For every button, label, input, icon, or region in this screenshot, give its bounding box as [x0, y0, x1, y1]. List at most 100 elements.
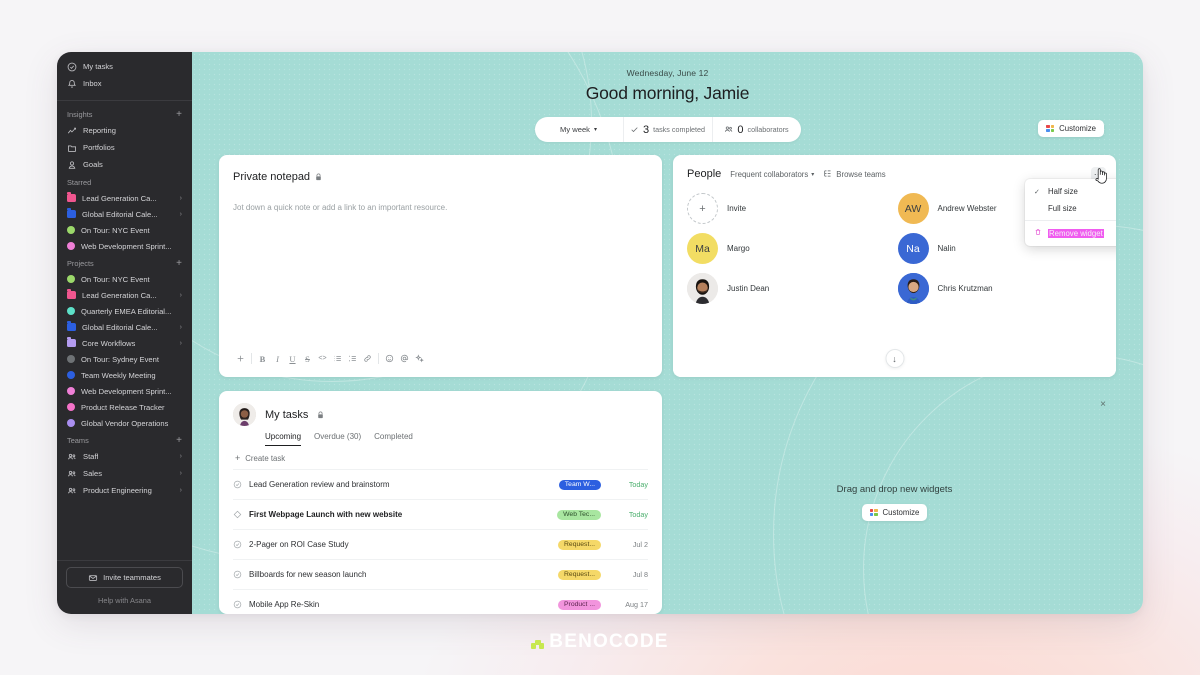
tab-upcoming[interactable]: Upcoming — [265, 432, 302, 446]
check-icon — [630, 121, 639, 139]
code-icon[interactable]: <> — [315, 351, 330, 366]
sidebar-item-goals[interactable]: Goals — [57, 156, 192, 173]
sidebar-project-item-4[interactable]: Core Workflows › — [57, 335, 192, 351]
widget-dropzone[interactable]: × Drag and drop new widgets Customize — [673, 391, 1116, 614]
sidebar-project-item-0[interactable]: On Tour: NYC Event — [57, 271, 192, 287]
sidebar-item-reporting[interactable]: Reporting — [57, 122, 192, 139]
avatar[interactable] — [233, 403, 256, 426]
sidebar-project-item-3[interactable]: Global Editorial Cale... › — [57, 319, 192, 335]
customize-button[interactable]: Customize — [1038, 120, 1104, 137]
customize-label: Customize — [1059, 124, 1096, 133]
sidebar-item-my-tasks[interactable]: My tasks — [57, 58, 192, 75]
menu-item-half-size[interactable]: ✓ Half size — [1025, 183, 1116, 200]
person-1[interactable]: Ma Margo — [687, 233, 892, 264]
sidebar-item-portfolios[interactable]: Portfolios — [57, 139, 192, 156]
chevron-right-icon[interactable]: › — [180, 487, 182, 494]
table-row[interactable]: Lead Generation review and brainstorm Tea… — [233, 469, 648, 499]
plus-icon[interactable] — [233, 351, 248, 366]
sidebar-section-starred-header: Starred — [57, 173, 192, 190]
menu-item-full-size[interactable]: Full size — [1025, 200, 1116, 217]
task-name: Lead Generation review and brainstorm — [249, 480, 390, 489]
emoji-icon[interactable] — [382, 351, 397, 366]
dropzone-customize-button[interactable]: Customize — [861, 504, 928, 521]
person-3[interactable]: Justin Dean — [687, 273, 892, 304]
tab-overdue[interactable]: Overdue (30) — [314, 432, 361, 446]
sidebar-project-item-5[interactable]: On Tour: Sydney Event — [57, 351, 192, 367]
color-dot-icon — [67, 226, 75, 234]
sidebar-project-item-8[interactable]: Product Release Tracker — [57, 399, 192, 415]
sidebar-project-item-2[interactable]: Quarterly EMEA Editorial... — [57, 303, 192, 319]
underline-icon[interactable]: U — [285, 351, 300, 366]
sidebar-starred-item-2[interactable]: On Tour: NYC Event — [57, 222, 192, 238]
ai-sparkle-icon[interactable] — [412, 351, 427, 366]
sidebar-divider-footer — [57, 560, 192, 561]
strikethrough-icon[interactable]: S — [300, 351, 315, 366]
frequent-collaborators-dropdown[interactable]: Frequent collaborators ▾ — [730, 170, 814, 179]
chevron-right-icon[interactable]: › — [180, 453, 182, 460]
private-notepad-widget: Private notepad Jot down a quick note or… — [219, 155, 662, 377]
check-circle-icon[interactable] — [233, 536, 242, 554]
section-title: Teams — [67, 436, 89, 445]
bullet-list-icon[interactable] — [330, 351, 345, 366]
people-scroll-down-button[interactable]: ↓ — [885, 349, 904, 368]
invite-person-button[interactable]: + Invite — [687, 193, 892, 224]
add-insight-button[interactable]: + — [176, 109, 182, 119]
sidebar-team-item-2[interactable]: Product Engineering › — [57, 482, 192, 499]
help-link[interactable]: Help with Asana — [57, 593, 192, 610]
table-row[interactable]: First Webpage Launch with new website Web… — [233, 499, 648, 529]
check-circle-icon[interactable] — [233, 476, 242, 494]
chevron-right-icon[interactable]: › — [180, 195, 182, 202]
chevron-right-icon[interactable]: › — [180, 292, 182, 299]
notepad-placeholder-text[interactable]: Jot down a quick note or add a link to a… — [233, 203, 648, 212]
chevron-right-icon[interactable]: › — [180, 211, 182, 218]
tab-completed[interactable]: Completed — [374, 432, 413, 446]
add-team-button[interactable]: + — [176, 435, 182, 445]
close-icon[interactable]: × — [1100, 400, 1106, 410]
mention-icon[interactable] — [397, 351, 412, 366]
menu-half-size-label: Half size — [1048, 187, 1078, 196]
check-circle-icon[interactable] — [233, 596, 242, 614]
table-row[interactable]: Billboards for new season launch Request.… — [233, 559, 648, 589]
my-week-dropdown[interactable]: My week ▾ — [535, 117, 623, 142]
invite-label: Invite — [727, 204, 747, 213]
tasks-completed-count: 3 — [642, 123, 650, 136]
avatar: Ma — [687, 233, 718, 264]
sidebar-team-item-0[interactable]: Staff › — [57, 448, 192, 465]
numbered-list-icon[interactable] — [345, 351, 360, 366]
browse-teams-button[interactable]: Browse teams — [823, 169, 886, 180]
sidebar-project-item-1[interactable]: Lead Generation Ca... › — [57, 287, 192, 303]
sidebar-project-item-7[interactable]: Web Development Sprint... — [57, 383, 192, 399]
person-name: Nalin — [937, 244, 956, 253]
italic-icon[interactable]: I — [270, 351, 285, 366]
table-row[interactable]: 2-Pager on ROI Case Study Request... Jul 2 — [233, 529, 648, 559]
add-project-button[interactable]: + — [176, 258, 182, 268]
sidebar-item-label: Inbox — [83, 79, 102, 88]
menu-item-remove-widget[interactable]: Remove widget — [1025, 224, 1116, 242]
grid-icon — [1046, 124, 1055, 133]
chevron-right-icon[interactable]: › — [180, 470, 182, 477]
sidebar-item-inbox[interactable]: Inbox — [57, 75, 192, 92]
task-due-date: Today — [628, 510, 648, 519]
chevron-right-icon[interactable]: › — [180, 340, 182, 347]
sidebar-starred-item-1[interactable]: Global Editorial Cale... › — [57, 206, 192, 222]
sidebar-team-item-1[interactable]: Sales › — [57, 465, 192, 482]
menu-separator — [1025, 220, 1116, 221]
check-circle-icon[interactable] — [233, 566, 242, 584]
person-4[interactable]: Chris Krutzman — [897, 273, 1103, 304]
diamond-icon[interactable] — [233, 506, 242, 524]
sidebar-project-item-6[interactable]: Team Weekly Meeting — [57, 367, 192, 383]
task-name: Billboards for new season launch — [249, 570, 367, 579]
invite-teammates-button[interactable]: Invite teammates — [66, 567, 183, 588]
sidebar-project-item-9[interactable]: Global Vendor Operations — [57, 415, 192, 431]
bold-icon[interactable]: B — [255, 351, 270, 366]
chevron-right-icon[interactable]: › — [180, 324, 182, 331]
menu-full-size-label: Full size — [1048, 204, 1077, 213]
link-icon[interactable] — [360, 351, 375, 366]
people-title: People — [687, 168, 722, 180]
sidebar-starred-item-0[interactable]: Lead Generation Ca... › — [57, 190, 192, 206]
create-task-button[interactable]: + Create task — [233, 446, 648, 469]
sidebar-item-label: Staff — [83, 452, 99, 461]
table-row[interactable]: Mobile App Re-Skin Product ... Aug 17 — [233, 589, 648, 614]
sidebar-section-projects-header: Projects + — [57, 254, 192, 271]
sidebar-starred-item-3[interactable]: Web Development Sprint... — [57, 238, 192, 254]
